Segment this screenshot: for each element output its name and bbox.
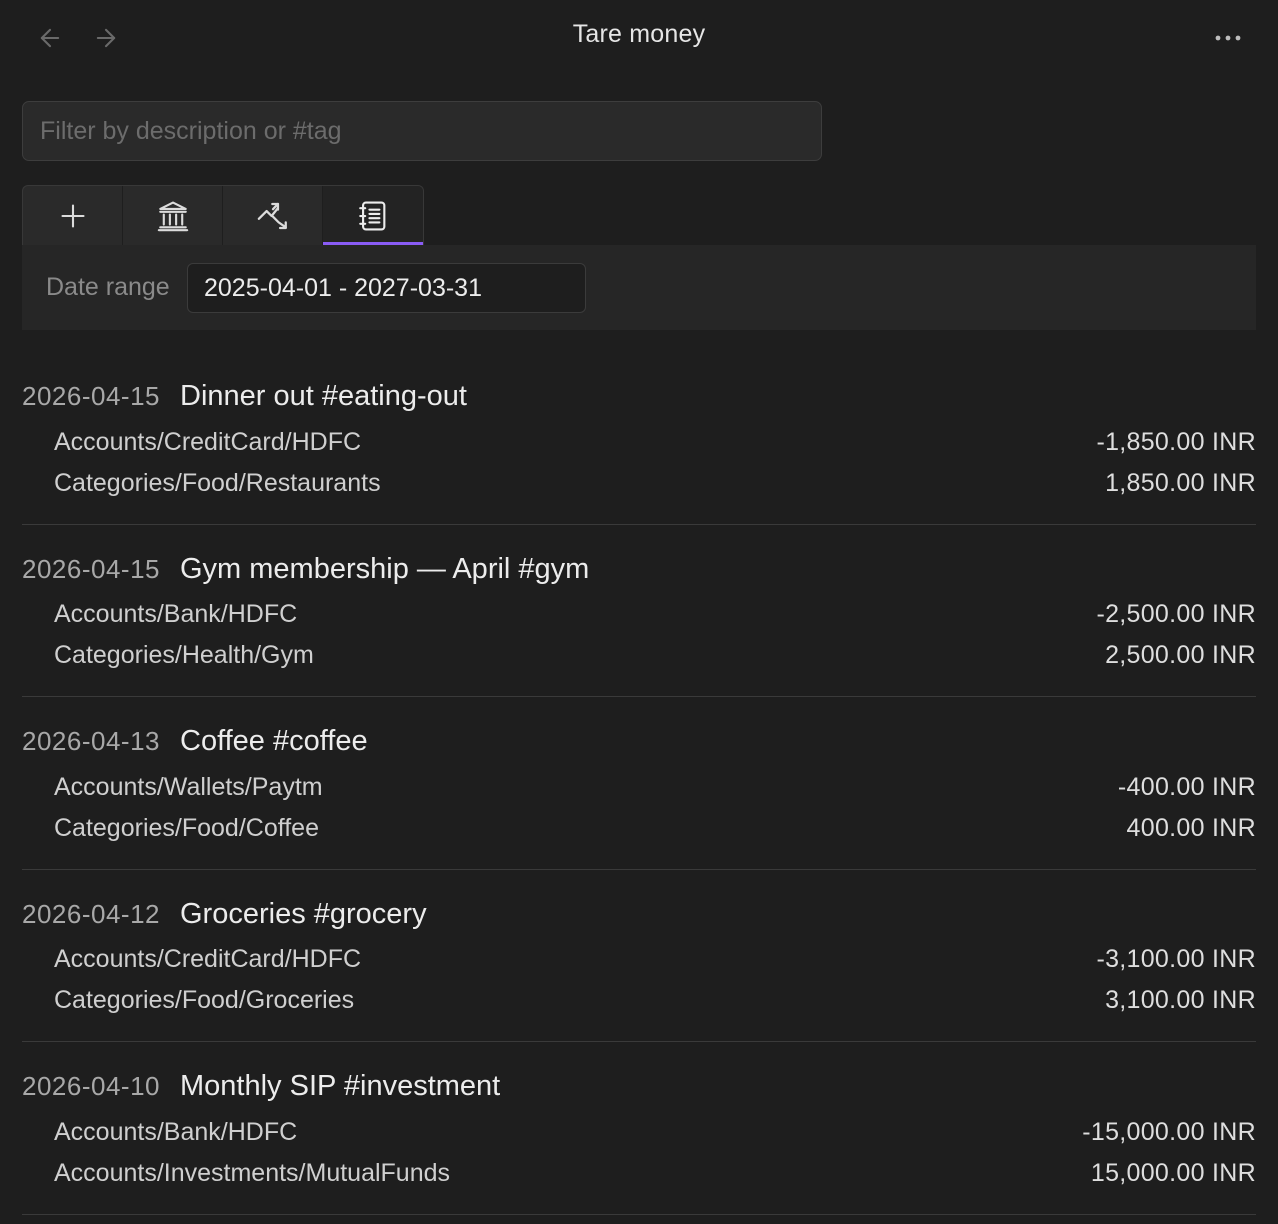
posting-account: Accounts/CreditCard/HDFC (54, 945, 362, 973)
ledger-list-icon (359, 201, 386, 231)
transaction-date: 2026-04-13 (22, 726, 160, 756)
posting-row: Categories/Food/Restaurants 1,850.00 INR (54, 466, 1256, 500)
posting-account: Accounts/Investments/MutualFunds (54, 1158, 451, 1187)
bank-icon (157, 201, 188, 232)
transaction-description: Gym membership — April #gym (180, 552, 590, 585)
posting-amount: 400.00 INR (1126, 813, 1256, 842)
posting-row: Categories/Food/Groceries 3,100.00 INR (54, 984, 1256, 1018)
date-range-label: Date range (46, 273, 170, 301)
posting-row: Categories/Health/Gym 2,500.00 INR (54, 639, 1256, 673)
posting-row: Accounts/Investments/MutualFunds 15,000.… (54, 1156, 1256, 1190)
trend-chart-icon (257, 202, 287, 230)
posting-row: Accounts/CreditCard/HDFC -3,100.00 INR (54, 943, 1256, 977)
posting-row: Categories/Food/Coffee 400.00 INR (54, 811, 1256, 845)
posting-account: Categories/Food/Coffee (54, 813, 319, 842)
more-horizontal-icon (1215, 35, 1241, 41)
filter-input[interactable] (22, 101, 822, 161)
date-range-input[interactable] (187, 263, 586, 313)
transaction-entry[interactable]: 2026-04-15 Gym membership — April #gym Ac… (22, 525, 1256, 697)
posting-amount: -3,100.00 INR (1096, 945, 1256, 973)
posting-amount: 2,500.00 INR (1105, 641, 1256, 669)
posting-account: Categories/Food/Restaurants (54, 468, 381, 497)
posting-amount: 3,100.00 INR (1105, 986, 1256, 1014)
page-title: Tare money (572, 20, 706, 48)
tab-add-transaction[interactable] (23, 186, 123, 246)
transaction-list: 2026-04-15 Dinner out #eating-out Account… (22, 352, 1256, 1215)
transaction-header: 2026-04-15 Gym membership — April #gym (22, 553, 589, 586)
posting-row: Accounts/Bank/HDFC -15,000.00 INR (54, 1115, 1256, 1149)
tab-accounts[interactable] (123, 186, 223, 246)
plus-icon (60, 204, 85, 228)
view-header: Tare money (0, 0, 1278, 76)
posting-amount: -2,500.00 INR (1096, 600, 1256, 628)
transaction-header: 2026-04-12 Groceries #grocery (22, 898, 427, 931)
posting-row: Accounts/CreditCard/HDFC -1,850.00 INR (54, 425, 1256, 459)
posting-account: Accounts/Bank/HDFC (54, 1117, 298, 1146)
ledger-toolbar: Date range (22, 245, 1256, 330)
transaction-description: Coffee #coffee (180, 725, 368, 757)
transaction-entry[interactable]: 2026-04-15 Dinner out #eating-out Account… (22, 352, 1256, 525)
more-options-button[interactable] (1208, 22, 1248, 54)
posting-row: Accounts/Wallets/Paytm -400.00 INR (54, 770, 1256, 804)
posting-amount: 1,850.00 INR (1105, 468, 1256, 497)
posting-account: Categories/Food/Groceries (54, 986, 355, 1014)
posting-account: Categories/Health/Gym (54, 641, 314, 669)
transaction-header: 2026-04-10 Monthly SIP #investment (22, 1070, 500, 1103)
transaction-entry[interactable]: 2026-04-10 Monthly SIP #investment Accoun… (22, 1042, 1256, 1215)
tab-reports[interactable] (223, 186, 323, 246)
posting-amount: -400.00 INR (1117, 772, 1256, 801)
transaction-date: 2026-04-12 (22, 898, 160, 929)
posting-account: Accounts/Bank/HDFC (54, 600, 298, 628)
transaction-header: 2026-04-15 Dinner out #eating-out (22, 380, 467, 413)
transaction-date: 2026-04-10 (22, 1071, 160, 1101)
posting-account: Accounts/Wallets/Paytm (54, 772, 323, 801)
transaction-date: 2026-04-15 (22, 381, 160, 411)
view-tabs (22, 185, 424, 246)
transaction-description: Groceries #grocery (180, 897, 427, 930)
transaction-description: Monthly SIP #investment (180, 1070, 501, 1102)
posting-amount: -1,850.00 INR (1096, 427, 1256, 456)
transaction-entry[interactable]: 2026-04-12 Groceries #grocery Accounts/Cr… (22, 870, 1256, 1042)
posting-row: Accounts/Bank/HDFC -2,500.00 INR (54, 598, 1256, 632)
transaction-entry[interactable]: 2026-04-13 Coffee #coffee Accounts/Wallet… (22, 697, 1256, 870)
transaction-description: Dinner out #eating-out (180, 380, 467, 412)
posting-account: Accounts/CreditCard/HDFC (54, 427, 362, 456)
posting-amount: 15,000.00 INR (1090, 1158, 1256, 1187)
transaction-date: 2026-04-15 (22, 553, 160, 584)
posting-amount: -15,000.00 INR (1082, 1117, 1256, 1146)
transaction-header: 2026-04-13 Coffee #coffee (22, 725, 368, 758)
tab-ledger[interactable] (323, 186, 423, 246)
